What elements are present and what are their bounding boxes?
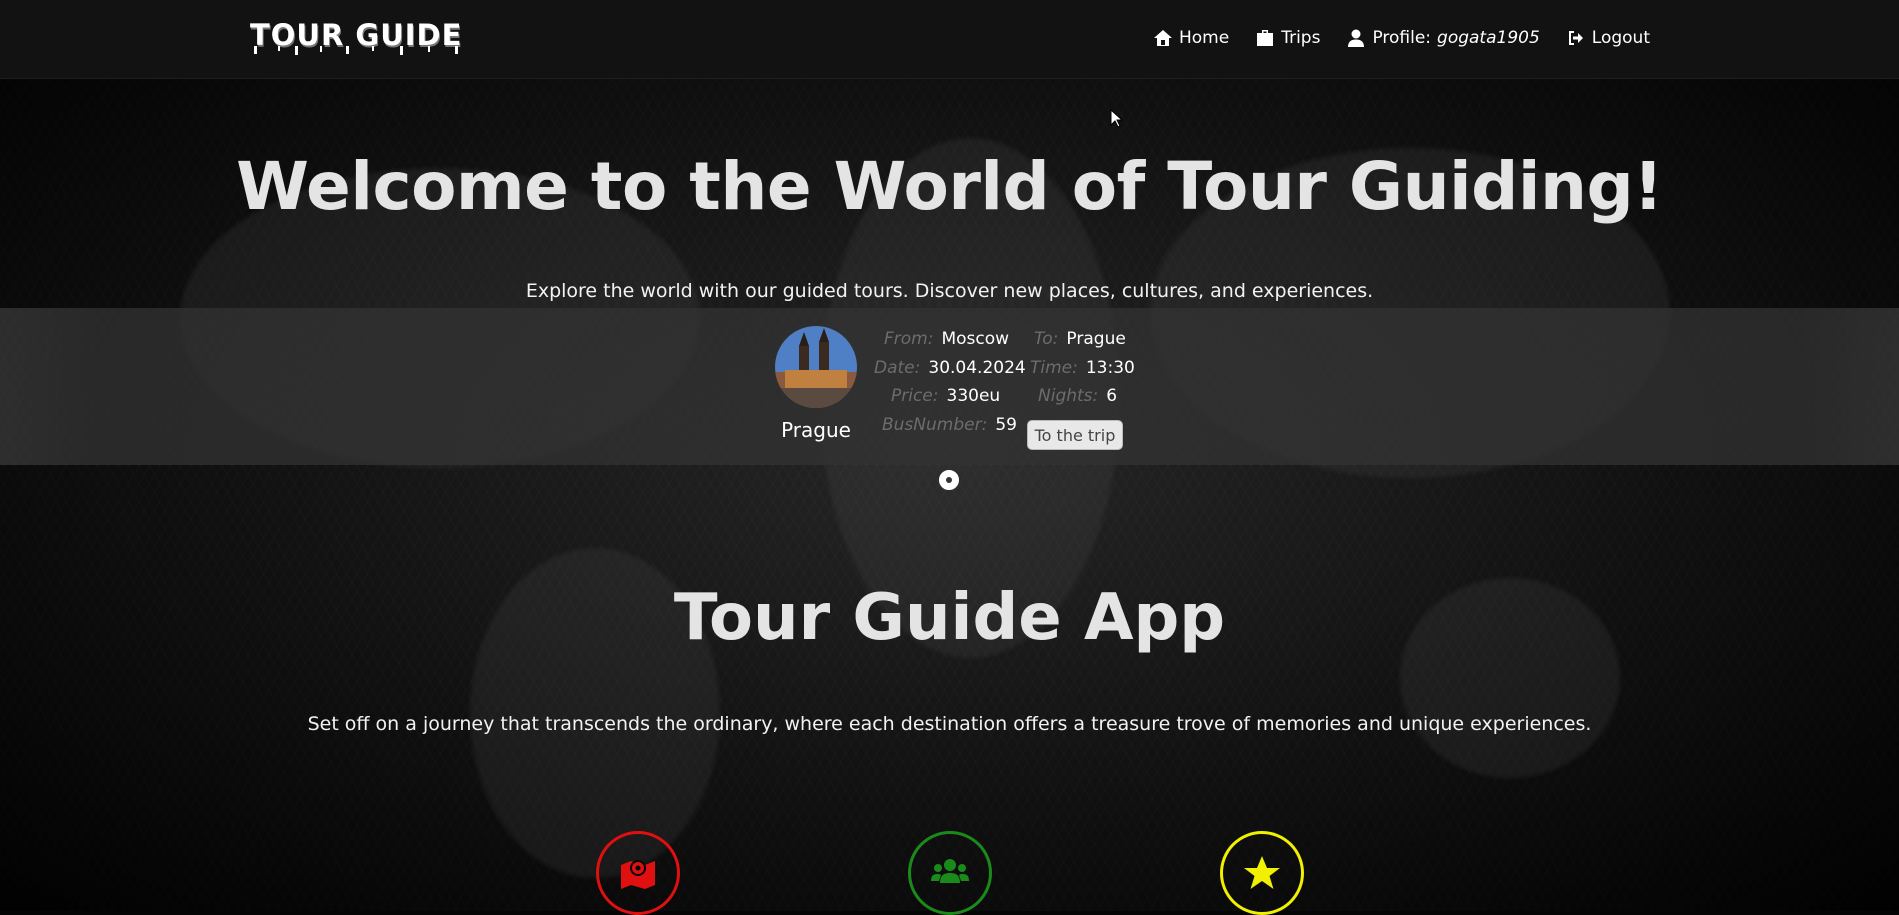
trip-to-value: Prague xyxy=(1066,329,1126,349)
trip-date: Date: 30.04.2024 xyxy=(874,358,1026,378)
trip-bus: BusNumber: 59 xyxy=(882,415,1017,435)
mouse-cursor xyxy=(1110,109,1124,128)
trip-bus-label: BusNumber: xyxy=(882,415,988,435)
trip-city-image xyxy=(775,326,857,408)
trip-time-label: Time: xyxy=(1030,358,1078,378)
main-nav: Home Trips Profile: gogata1905 Logout xyxy=(1153,0,1899,76)
trip-bus-value: 59 xyxy=(995,415,1017,435)
trip-city-name: Prague xyxy=(781,418,851,442)
logo-drips-decoration xyxy=(254,46,458,55)
trip-time: Time: 13:30 xyxy=(1030,358,1135,378)
app-section-title: Tour Guide App xyxy=(673,581,1226,655)
hero-subtitle: Explore the world with our guided tours.… xyxy=(525,280,1374,302)
star-icon xyxy=(1244,856,1280,889)
trip-price-label: Price: xyxy=(891,386,939,406)
trip-price-value: 330eu xyxy=(946,386,1001,406)
nav-profile[interactable]: Profile: gogata1905 xyxy=(1346,28,1540,48)
feature-users xyxy=(908,831,992,915)
user-icon xyxy=(1348,29,1365,47)
nav-profile-label: Profile: xyxy=(1372,28,1432,48)
hero-title: Welcome to the World of Tour Guiding! xyxy=(236,148,1663,225)
logout-icon xyxy=(1568,31,1583,45)
trip-nights-label: Nights: xyxy=(1038,386,1099,406)
trip-date-value: 30.04.2024 xyxy=(928,358,1026,378)
app-section-subtitle: Set off on a journey that transcends the… xyxy=(307,713,1592,735)
carousel-indicator[interactable] xyxy=(939,470,959,490)
trip-nights: Nights: 6 xyxy=(1038,386,1117,406)
nav-trips-label: Trips xyxy=(1281,28,1321,48)
trip-price: Price: 330eu xyxy=(891,386,1000,406)
nav-logout-label: Logout xyxy=(1591,28,1650,48)
trip-time-value: 13:30 xyxy=(1085,358,1135,378)
trip-from: From: Moscow xyxy=(884,329,1009,349)
nav-trips[interactable]: Trips xyxy=(1255,28,1320,48)
trip-from-value: Moscow xyxy=(941,329,1010,349)
suitcase-icon xyxy=(1257,30,1274,46)
trip-date-label: Date: xyxy=(874,358,921,378)
trip-to: To: Prague xyxy=(1034,329,1126,349)
navbar: TOUR GUIDE Home Trips Profile: gogata190… xyxy=(0,0,1899,79)
trip-to-label: To: xyxy=(1034,329,1059,349)
map-marker-icon xyxy=(621,860,655,889)
nav-home-label: Home xyxy=(1178,28,1230,48)
to-the-trip-button[interactable]: To the trip xyxy=(1027,420,1123,450)
nav-profile-username: gogata1905 xyxy=(1437,28,1540,48)
nav-home[interactable]: Home xyxy=(1153,28,1229,48)
feature-star xyxy=(1220,831,1304,915)
users-icon xyxy=(931,859,969,883)
trip-nights-value: 6 xyxy=(1106,386,1118,406)
home-icon xyxy=(1153,30,1172,46)
trip-from-label: From: xyxy=(884,329,934,349)
feature-map xyxy=(596,831,680,915)
nav-logout[interactable]: Logout xyxy=(1566,28,1650,48)
